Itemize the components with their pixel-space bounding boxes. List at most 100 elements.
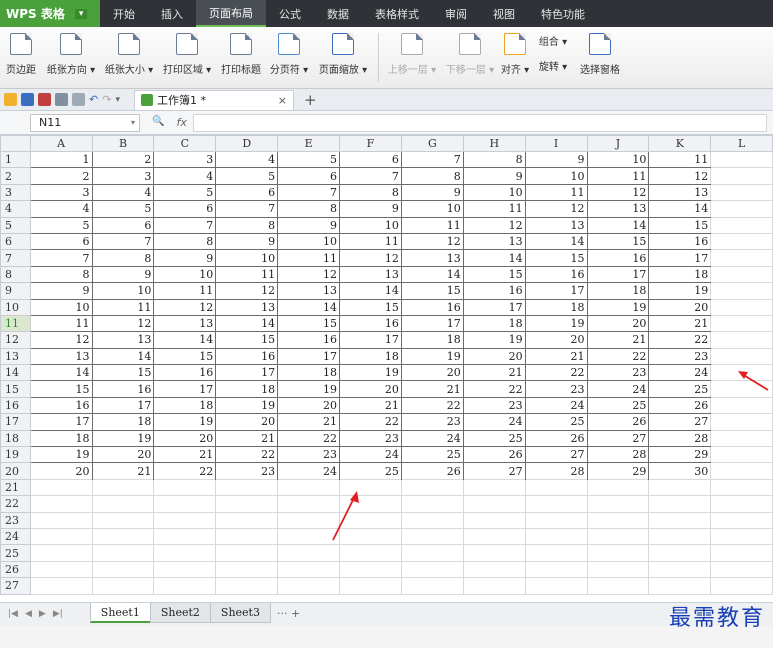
- redo-icon[interactable]: ↷: [102, 93, 111, 106]
- cell[interactable]: 29: [586, 462, 650, 480]
- cell[interactable]: [710, 478, 773, 497]
- cell[interactable]: [91, 544, 155, 562]
- cell[interactable]: 19: [462, 331, 526, 349]
- cell[interactable]: 18: [91, 413, 155, 431]
- cell[interactable]: 7: [91, 232, 155, 251]
- cell[interactable]: [648, 560, 712, 579]
- cell[interactable]: 3: [29, 183, 93, 202]
- new-tab-button[interactable]: +: [304, 91, 317, 109]
- cell[interactable]: [91, 511, 155, 529]
- cell[interactable]: 12: [648, 167, 712, 185]
- cell[interactable]: [91, 495, 155, 513]
- cell[interactable]: 22: [462, 380, 526, 398]
- cell[interactable]: 24: [524, 396, 588, 415]
- cell[interactable]: [153, 478, 217, 497]
- formula-input[interactable]: [192, 113, 767, 132]
- row-header[interactable]: 8: [0, 265, 31, 284]
- cell[interactable]: 15: [91, 364, 155, 382]
- cell[interactable]: [710, 429, 773, 448]
- cell[interactable]: [29, 495, 93, 513]
- cell[interactable]: 27: [648, 413, 712, 431]
- cell[interactable]: 18: [648, 265, 712, 284]
- cell[interactable]: 26: [648, 396, 712, 415]
- cell[interactable]: 15: [400, 282, 464, 300]
- cell[interactable]: 25: [339, 462, 402, 480]
- cell[interactable]: [215, 544, 279, 562]
- cell[interactable]: 19: [524, 314, 588, 333]
- last-sheet-icon[interactable]: ▶|: [53, 609, 63, 619]
- cell[interactable]: 18: [462, 314, 526, 333]
- row-header[interactable]: 1: [0, 150, 31, 169]
- cell[interactable]: 9: [339, 200, 402, 218]
- cell[interactable]: [215, 527, 279, 546]
- cell[interactable]: [91, 527, 155, 546]
- cell[interactable]: 18: [339, 347, 402, 366]
- cell[interactable]: [29, 511, 93, 529]
- cell[interactable]: 20: [462, 347, 526, 366]
- cell[interactable]: 15: [215, 331, 279, 349]
- cell[interactable]: 23: [524, 380, 588, 398]
- cell[interactable]: [400, 527, 464, 546]
- cell[interactable]: 17: [339, 331, 402, 349]
- cell[interactable]: [277, 577, 341, 595]
- cell[interactable]: 19: [339, 364, 402, 382]
- cell[interactable]: 21: [648, 314, 712, 333]
- cell[interactable]: 21: [339, 396, 402, 415]
- cell[interactable]: 24: [462, 413, 526, 431]
- cell[interactable]: 16: [524, 265, 588, 284]
- cell[interactable]: 26: [462, 446, 526, 464]
- cell[interactable]: [524, 527, 588, 546]
- cell[interactable]: 13: [277, 282, 341, 300]
- cell[interactable]: 21: [215, 429, 279, 448]
- cell[interactable]: 16: [215, 347, 279, 366]
- column-header[interactable]: L: [710, 135, 773, 152]
- cell[interactable]: 16: [277, 331, 341, 349]
- row-header[interactable]: 10: [0, 298, 31, 316]
- cell[interactable]: 13: [339, 265, 402, 284]
- cell[interactable]: 10: [29, 298, 93, 316]
- cell[interactable]: 20: [648, 298, 712, 316]
- cell[interactable]: 9: [29, 282, 93, 300]
- cell[interactable]: 8: [215, 216, 279, 234]
- row-header[interactable]: 9: [0, 282, 31, 300]
- row-header[interactable]: 23: [0, 511, 31, 529]
- row-header[interactable]: 16: [0, 396, 31, 415]
- cell[interactable]: 13: [153, 314, 217, 333]
- cell[interactable]: 26: [586, 413, 650, 431]
- column-header[interactable]: J: [586, 135, 650, 152]
- cell[interactable]: [648, 544, 712, 562]
- ribbon-paper-size-button[interactable]: 纸张大小 ▾: [100, 27, 158, 88]
- cell[interactable]: 15: [586, 232, 650, 251]
- cell[interactable]: [710, 150, 773, 169]
- cell[interactable]: [710, 413, 773, 431]
- cell[interactable]: 30: [648, 462, 712, 480]
- menu-tab-2[interactable]: 页面布局: [196, 0, 266, 27]
- cell[interactable]: 5: [277, 150, 341, 169]
- cell[interactable]: 8: [339, 183, 402, 202]
- cell[interactable]: 11: [339, 232, 402, 251]
- cell[interactable]: [586, 544, 650, 562]
- cell[interactable]: 6: [277, 167, 341, 185]
- cell[interactable]: [91, 478, 155, 497]
- cell[interactable]: 11: [29, 314, 93, 333]
- cell[interactable]: 17: [400, 314, 464, 333]
- cell[interactable]: 22: [215, 446, 279, 464]
- print-icon[interactable]: [55, 93, 68, 106]
- cell[interactable]: 28: [586, 446, 650, 464]
- cell[interactable]: 20: [153, 429, 217, 448]
- column-header[interactable]: H: [462, 135, 526, 152]
- cell[interactable]: [710, 396, 773, 415]
- cell[interactable]: 13: [648, 183, 712, 202]
- column-header[interactable]: E: [277, 135, 341, 152]
- cell[interactable]: [648, 527, 712, 546]
- cell[interactable]: [462, 560, 526, 579]
- cell[interactable]: 5: [91, 200, 155, 218]
- row-header[interactable]: 4: [0, 200, 31, 218]
- cell[interactable]: 13: [400, 249, 464, 267]
- cell[interactable]: 1: [29, 150, 93, 169]
- cell[interactable]: [29, 544, 93, 562]
- cell[interactable]: 9: [277, 216, 341, 234]
- ribbon-page-break-button[interactable]: 分页符 ▾: [266, 27, 312, 88]
- cell[interactable]: 11: [215, 265, 279, 284]
- cell[interactable]: [710, 183, 773, 202]
